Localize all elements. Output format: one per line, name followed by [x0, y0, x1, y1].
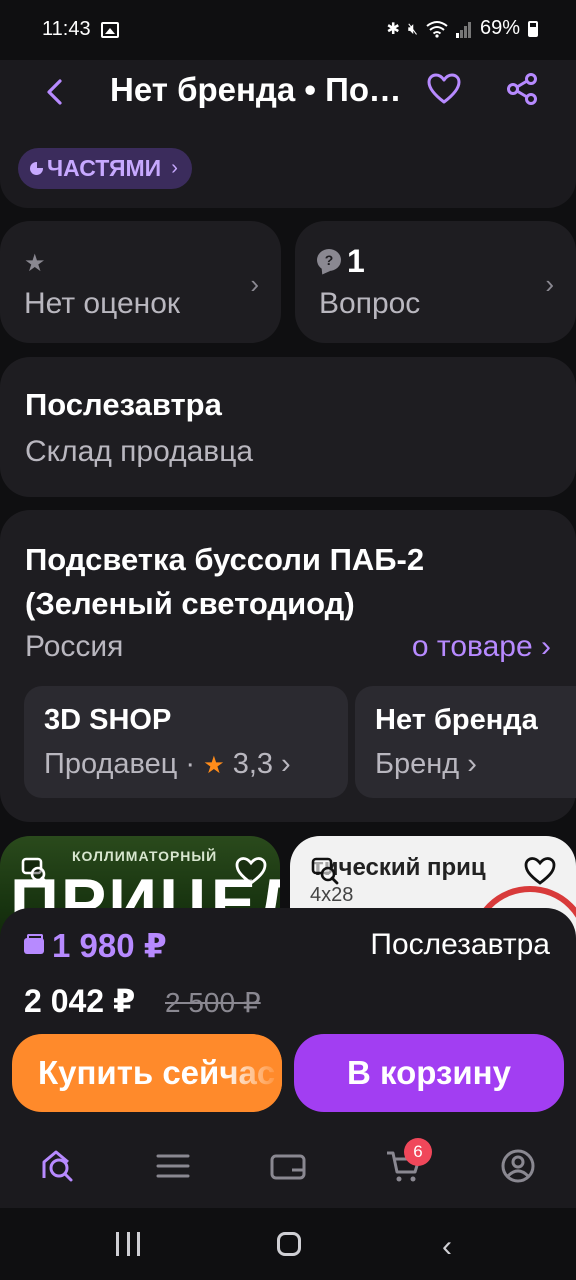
star-icon: ★ — [203, 751, 225, 779]
chevron-right-icon: › — [250, 269, 259, 299]
installment-price-value: 1 980 ₽ — [52, 927, 167, 964]
gallery-notification-icon — [101, 22, 119, 38]
wifi-icon — [426, 20, 448, 38]
questions-count: 1 — [347, 243, 365, 279]
status-icons: ✱ 🔇︎ 69% — [386, 17, 538, 40]
recent-apps-icon[interactable] — [116, 1232, 140, 1256]
brand-box[interactable]: Нет бренда Бренд › — [355, 686, 576, 798]
page-title: Нет бренда • Подсветка буссоли ПАБ-2 — [110, 71, 410, 108]
brand-role: Бренд › — [375, 748, 477, 780]
profile-icon[interactable] — [498, 1146, 538, 1186]
seller-role: Продавец · — [44, 748, 196, 780]
product-image-text: КОЛЛИМАТОРНЫЙ — [72, 848, 218, 864]
installment-chip[interactable]: ЧАСТЯМИ › — [18, 148, 192, 189]
product-country: Россия — [25, 630, 124, 663]
mute-icon: 🔇︎ — [407, 18, 418, 38]
seller-meta: Продавец · ★ 3,3 › — [44, 748, 291, 781]
share-icon[interactable] — [505, 72, 539, 106]
heart-icon[interactable] — [234, 856, 268, 886]
delivery-warehouse: Склад продавца — [25, 435, 254, 468]
seller-name: 3D SHOP — [44, 704, 172, 736]
status-bar: 11:43 ✱ 🔇︎ 69% — [0, 0, 576, 60]
back-arrow-icon[interactable] — [38, 74, 74, 110]
system-navigation-bar: ‹ — [0, 1208, 576, 1280]
wallet-icon — [24, 933, 44, 954]
buy-now-fade — [222, 1034, 282, 1112]
seller-rating: 3,3 › — [232, 748, 291, 780]
product-image-text: 4x28 — [310, 884, 354, 906]
wallet-icon[interactable] — [268, 1146, 308, 1186]
heart-icon[interactable] — [523, 856, 557, 886]
seller-box[interactable]: 3D SHOP Продавец · ★ 3,3 › — [24, 686, 348, 798]
question-bubble-icon: ? — [317, 249, 341, 271]
rating-label: Нет оценок — [24, 287, 181, 320]
bottom-navigation — [0, 1120, 576, 1208]
chevron-right-icon: › — [171, 157, 178, 179]
delivery-date: Послезавтра — [25, 387, 222, 422]
heart-icon[interactable] — [426, 72, 462, 106]
system-back-icon[interactable]: ‹ — [442, 1230, 452, 1264]
installment-chip-label: ЧАСТЯМИ — [47, 155, 162, 181]
product-name: Подсветка буссоли ПАБ-2 (Зеленый светоди… — [25, 542, 425, 621]
questions-label: Вопрос — [319, 287, 421, 320]
home-search-icon[interactable] — [38, 1146, 78, 1186]
add-to-cart-label: В корзину — [347, 1054, 511, 1091]
installment-price[interactable]: 1 980 ₽ — [24, 926, 167, 965]
about-product-link[interactable]: о товаре › — [412, 630, 551, 664]
current-price: 2 042 ₽ — [24, 983, 136, 1019]
product-header: Нет бренда • Подсветка буссоли ПАБ-2 ЧАС… — [0, 60, 576, 208]
bluetooth-icon: ✱ — [386, 19, 400, 38]
find-similar-icon[interactable] — [20, 856, 50, 886]
signal-icon — [455, 21, 471, 38]
delivery-card[interactable]: Послезавтра Склад продавца — [0, 357, 576, 497]
find-similar-icon[interactable] — [310, 856, 340, 886]
chevron-right-icon: › — [545, 269, 554, 299]
old-price: 2 500 ₽ — [165, 987, 261, 1018]
battery-icon — [528, 20, 538, 37]
catalog-icon[interactable] — [153, 1146, 193, 1186]
buy-now-button[interactable]: Купить сейчас — [12, 1034, 282, 1112]
questions-card[interactable]: ? 1 Вопрос › — [295, 221, 576, 343]
rating-card[interactable]: ★ Нет оценок › — [0, 221, 281, 343]
home-icon[interactable] — [277, 1232, 301, 1256]
cart-count-badge: 6 — [404, 1138, 432, 1166]
product-info-card: Подсветка буссоли ПАБ-2 (Зеленый светоди… — [0, 510, 576, 822]
battery-percent: 69% — [479, 17, 520, 39]
pie-icon — [30, 162, 43, 175]
sheet-delivery-date: Послезавтра — [370, 928, 550, 961]
status-time: 11:43 — [42, 18, 91, 40]
brand-name: Нет бренда — [375, 704, 538, 736]
star-icon: ★ — [24, 249, 46, 277]
add-to-cart-button[interactable]: В корзину — [294, 1034, 564, 1112]
